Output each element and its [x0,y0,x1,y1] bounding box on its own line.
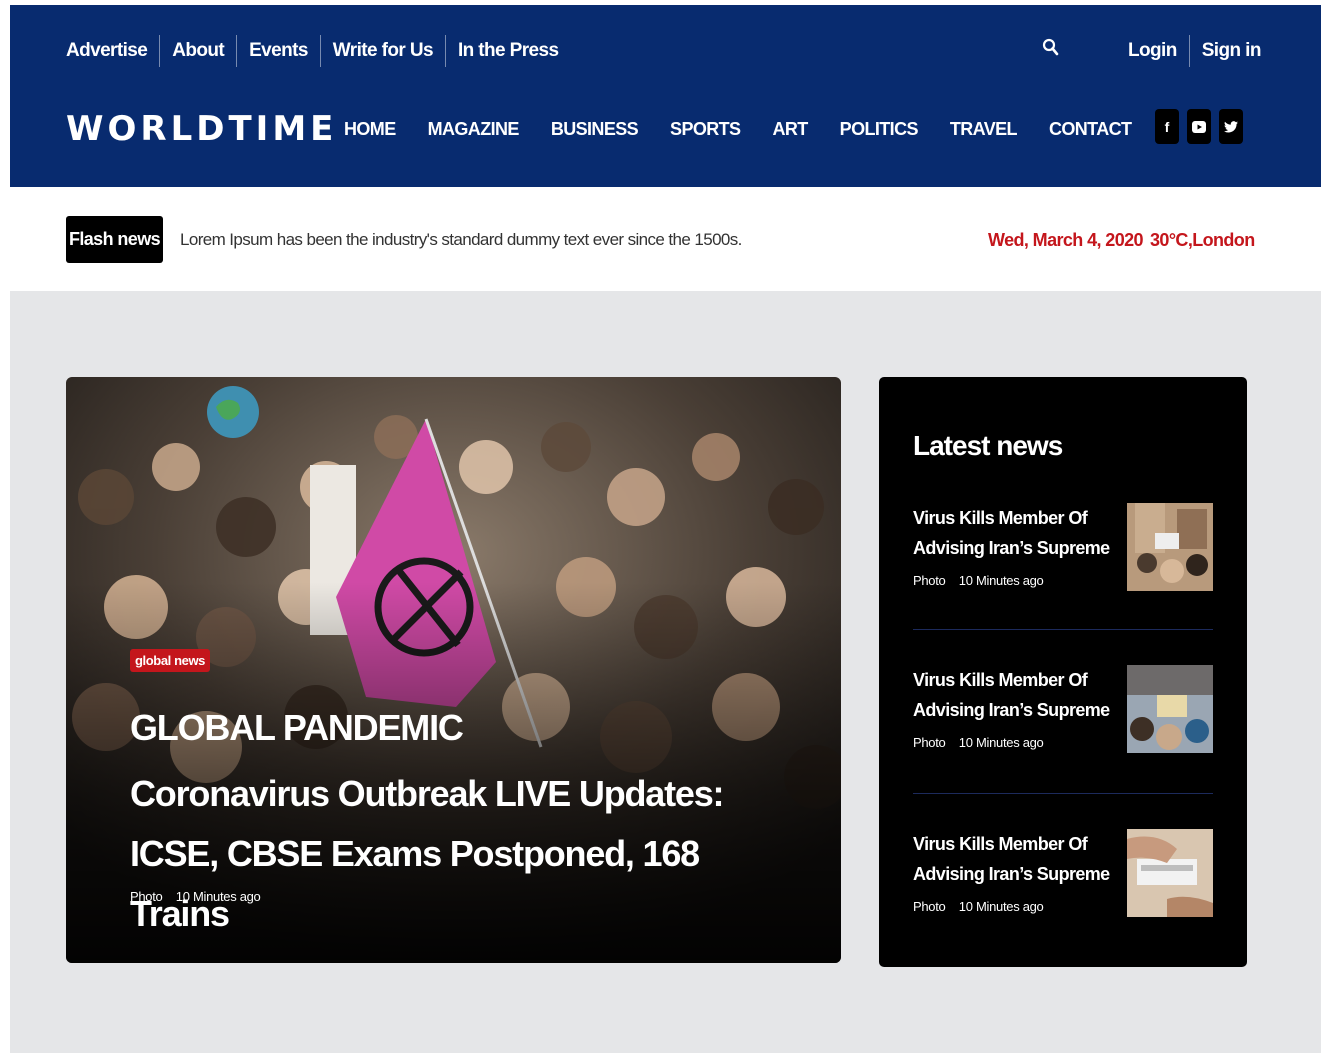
nav-home[interactable]: HOME [344,113,396,145]
hero-meta: Photo 10 Minutes ago [130,889,261,904]
news-item-type: Photo [913,735,946,750]
twitter-icon[interactable] [1219,109,1243,144]
current-date: Wed, March 4, 2020 [988,230,1144,250]
top-link-write-for-us[interactable]: Write for Us [319,35,445,67]
news-divider [913,793,1213,794]
category-badge[interactable]: global news [130,649,211,672]
hero-meta-time: 10 Minutes ago [175,889,261,904]
news-item-time: 10 Minutes ago [958,573,1044,588]
main-content: global news GLOBAL PANDEMIC Coronavirus … [10,291,1321,1053]
news-item-meta: Photo 10 Minutes ago [913,573,1044,588]
news-item-meta: Photo 10 Minutes ago [913,899,1044,914]
login-link[interactable]: Login [1128,35,1189,67]
nav-travel[interactable]: TRAVEL [950,113,1018,145]
weather-info: 30°C,London [1150,230,1255,250]
news-item-time: 10 Minutes ago [958,735,1044,750]
news-item-type: Photo [913,573,946,588]
flash-news-text[interactable]: Lorem Ipsum has been the industry's stan… [180,226,742,254]
news-item-title[interactable]: Virus Kills Member Of Advising Iran’s Su… [913,665,1113,725]
nav-art[interactable]: ART [772,113,808,145]
news-item-thumbnail[interactable] [1127,665,1213,753]
main-nav: HOME MAGAZINE BUSINESS SPORTS ART POLITI… [344,113,1163,145]
news-divider [913,629,1213,630]
top-link-about[interactable]: About [159,35,236,67]
latest-news-item[interactable]: Virus Kills Member Of Advising Iran’s Su… [913,665,1213,795]
hero-meta-type: Photo [130,889,163,904]
top-link-advertise[interactable]: Advertise [66,35,159,67]
news-item-type: Photo [913,899,946,914]
latest-news-item[interactable]: Virus Kills Member Of Advising Iran’s Su… [913,503,1213,633]
top-links: Advertise About Events Write for Us In t… [66,35,570,67]
nav-politics[interactable]: POLITICS [840,113,919,145]
latest-news-heading: Latest news [913,430,1063,461]
latest-news-item[interactable]: Virus Kills Member Of Advising Iran’s Su… [913,829,1213,959]
news-item-title[interactable]: Virus Kills Member Of Advising Iran’s Su… [913,503,1113,563]
news-item-title[interactable]: Virus Kills Member Of Advising Iran’s Su… [913,829,1113,889]
hero-subheadline[interactable]: Coronavirus Outbreak LIVE Updates: ICSE,… [130,764,790,944]
nav-contact[interactable]: CONTACT [1049,113,1132,145]
flash-news-badge: Flash news [66,216,163,263]
latest-news-panel: Latest news Virus Kills Member Of Advisi… [879,377,1247,967]
flash-news-bar: Flash news Lorem Ipsum has been the indu… [10,187,1321,291]
news-item-time: 10 Minutes ago [958,899,1044,914]
top-link-events[interactable]: Events [236,35,320,67]
nav-business[interactable]: BUSINESS [551,113,639,145]
nav-magazine[interactable]: MAGAZINE [428,113,520,145]
signin-link[interactable]: Sign in [1188,35,1273,67]
news-item-thumbnail[interactable] [1127,503,1213,591]
site-header: Advertise About Events Write for Us In t… [10,5,1321,187]
news-item-meta: Photo 10 Minutes ago [913,735,1044,750]
social-icons: f [1155,109,1251,144]
facebook-icon[interactable]: f [1155,109,1179,144]
youtube-icon[interactable] [1187,109,1211,144]
hero-headline[interactable]: GLOBAL PANDEMIC [130,705,464,751]
nav-sports[interactable]: SPORTS [670,113,741,145]
site-logo[interactable]: WORLDTIME [66,109,337,149]
auth-links: Login Sign in [1128,35,1273,67]
news-item-thumbnail[interactable] [1127,829,1213,917]
hero-article-card[interactable]: global news GLOBAL PANDEMIC Coronavirus … [66,377,841,963]
search-icon[interactable] [1042,38,1060,58]
top-link-in-the-press[interactable]: In the Press [444,35,571,67]
page: Advertise About Events Write for Us In t… [10,5,1321,1053]
